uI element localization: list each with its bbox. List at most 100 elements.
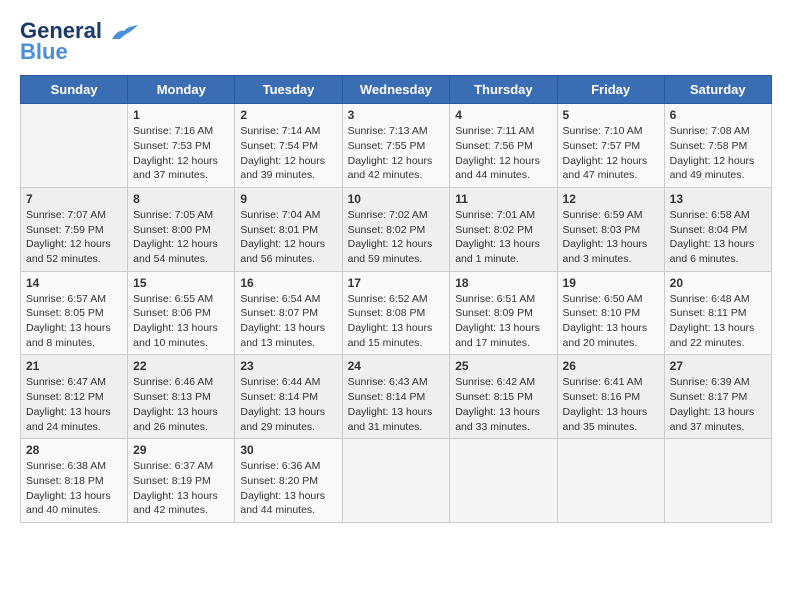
day-number: 27 [670, 359, 766, 373]
calendar-cell: 25Sunrise: 6:42 AM Sunset: 8:15 PM Dayli… [450, 355, 557, 439]
day-info: Sunrise: 7:16 AM Sunset: 7:53 PM Dayligh… [133, 124, 229, 183]
calendar-cell: 30 Sunrise: 6:36 AM Sunset: 8:20 PM Dayli… [235, 439, 342, 523]
day-info: Sunrise: 6:42 AM Sunset: 8:15 PM Dayligh… [455, 375, 551, 434]
day-info: Sunrise: 7:13 AM Sunset: 7:55 PM Dayligh… [348, 124, 445, 183]
calendar-week-row: 7 Sunrise: 7:07 AM Sunset: 7:59 PM Daylig… [21, 187, 772, 271]
day-info: Sunrise: 7:04 AM Sunset: 8:01 PM Dayligh… [240, 208, 336, 267]
calendar-cell: 7 Sunrise: 7:07 AM Sunset: 7:59 PM Daylig… [21, 187, 128, 271]
day-info: Sunrise: 6:44 AM Sunset: 8:14 PM Dayligh… [240, 375, 336, 434]
day-number: 10 [348, 192, 445, 206]
day-number: 17 [348, 276, 445, 290]
day-info: Sunrise: 6:57 AM Sunset: 8:05 PM Dayligh… [26, 292, 122, 351]
day-info: Sunrise: 6:46 AM Sunset: 8:13 PM Dayligh… [133, 375, 229, 434]
calendar-week-row: 21 Sunrise: 6:47 AM Sunset: 8:12 PM Dayli… [21, 355, 772, 439]
logo: General Blue [20, 20, 140, 65]
calendar-cell: 1 Sunrise: 7:16 AM Sunset: 7:53 PM Daylig… [128, 104, 235, 188]
day-info: Sunrise: 6:50 AM Sunset: 8:10 PM Dayligh… [563, 292, 659, 351]
day-info: Sunrise: 6:38 AM Sunset: 8:18 PM Dayligh… [26, 459, 122, 518]
day-number: 4 [455, 108, 551, 122]
calendar-cell: 2 Sunrise: 7:14 AM Sunset: 7:54 PM Daylig… [235, 104, 342, 188]
day-number: 14 [26, 276, 122, 290]
day-number: 29 [133, 443, 229, 457]
calendar-cell [557, 439, 664, 523]
day-info: Sunrise: 7:11 AM Sunset: 7:56 PM Dayligh… [455, 124, 551, 183]
calendar-cell: 10 Sunrise: 7:02 AM Sunset: 8:02 PM Dayli… [342, 187, 450, 271]
header-saturday: Saturday [664, 76, 771, 104]
day-info: Sunrise: 6:54 AM Sunset: 8:07 PM Dayligh… [240, 292, 336, 351]
day-info: Sunrise: 7:01 AM Sunset: 8:02 PM Dayligh… [455, 208, 551, 267]
calendar-cell: 8Sunrise: 7:05 AM Sunset: 8:00 PM Daylig… [128, 187, 235, 271]
day-number: 22 [133, 359, 229, 373]
day-info: Sunrise: 7:08 AM Sunset: 7:58 PM Dayligh… [670, 124, 766, 183]
header-thursday: Thursday [450, 76, 557, 104]
header-wednesday: Wednesday [342, 76, 450, 104]
calendar-cell: 11Sunrise: 7:01 AM Sunset: 8:02 PM Dayli… [450, 187, 557, 271]
calendar-cell: 15 Sunrise: 6:55 AM Sunset: 8:06 PM Dayli… [128, 271, 235, 355]
calendar-cell: 29 Sunrise: 6:37 AM Sunset: 8:19 PM Dayli… [128, 439, 235, 523]
calendar-cell [450, 439, 557, 523]
day-number: 12 [563, 192, 659, 206]
calendar-cell: 28 Sunrise: 6:38 AM Sunset: 8:18 PM Dayli… [21, 439, 128, 523]
day-info: Sunrise: 6:36 AM Sunset: 8:20 PM Dayligh… [240, 459, 336, 518]
calendar-cell: 24 Sunrise: 6:43 AM Sunset: 8:14 PM Dayli… [342, 355, 450, 439]
calendar-cell: 16 Sunrise: 6:54 AM Sunset: 8:07 PM Dayli… [235, 271, 342, 355]
calendar-week-row: 28 Sunrise: 6:38 AM Sunset: 8:18 PM Dayli… [21, 439, 772, 523]
day-number: 2 [240, 108, 336, 122]
day-info: Sunrise: 6:47 AM Sunset: 8:12 PM Dayligh… [26, 375, 122, 434]
day-info: Sunrise: 6:51 AM Sunset: 8:09 PM Dayligh… [455, 292, 551, 351]
day-info: Sunrise: 7:02 AM Sunset: 8:02 PM Dayligh… [348, 208, 445, 267]
day-number: 28 [26, 443, 122, 457]
day-info: Sunrise: 6:37 AM Sunset: 8:19 PM Dayligh… [133, 459, 229, 518]
day-number: 30 [240, 443, 336, 457]
day-info: Sunrise: 7:05 AM Sunset: 8:00 PM Dayligh… [133, 208, 229, 267]
day-number: 5 [563, 108, 659, 122]
calendar-week-row: 14 Sunrise: 6:57 AM Sunset: 8:05 PM Dayli… [21, 271, 772, 355]
day-number: 20 [670, 276, 766, 290]
day-number: 21 [26, 359, 122, 373]
calendar-cell: 3 Sunrise: 7:13 AM Sunset: 7:55 PM Daylig… [342, 104, 450, 188]
calendar-cell: 26Sunrise: 6:41 AM Sunset: 8:16 PM Dayli… [557, 355, 664, 439]
calendar-cell: 12 Sunrise: 6:59 AM Sunset: 8:03 PM Dayli… [557, 187, 664, 271]
day-info: Sunrise: 6:48 AM Sunset: 8:11 PM Dayligh… [670, 292, 766, 351]
calendar-cell: 27 Sunrise: 6:39 AM Sunset: 8:17 PM Dayli… [664, 355, 771, 439]
calendar-cell: 4 Sunrise: 7:11 AM Sunset: 7:56 PM Daylig… [450, 104, 557, 188]
day-info: Sunrise: 6:59 AM Sunset: 8:03 PM Dayligh… [563, 208, 659, 267]
day-info: Sunrise: 7:14 AM Sunset: 7:54 PM Dayligh… [240, 124, 336, 183]
calendar-cell: 6 Sunrise: 7:08 AM Sunset: 7:58 PM Daylig… [664, 104, 771, 188]
day-number: 13 [670, 192, 766, 206]
calendar-cell: 17 Sunrise: 6:52 AM Sunset: 8:08 PM Dayli… [342, 271, 450, 355]
day-number: 26 [563, 359, 659, 373]
day-info: Sunrise: 6:39 AM Sunset: 8:17 PM Dayligh… [670, 375, 766, 434]
day-number: 23 [240, 359, 336, 373]
day-number: 6 [670, 108, 766, 122]
calendar-cell: 5Sunrise: 7:10 AM Sunset: 7:57 PM Daylig… [557, 104, 664, 188]
day-number: 9 [240, 192, 336, 206]
day-info: Sunrise: 6:52 AM Sunset: 8:08 PM Dayligh… [348, 292, 445, 351]
calendar-header-row: SundayMondayTuesdayWednesdayThursdayFrid… [21, 76, 772, 104]
day-info: Sunrise: 7:07 AM Sunset: 7:59 PM Dayligh… [26, 208, 122, 267]
day-number: 7 [26, 192, 122, 206]
calendar-week-row: 1 Sunrise: 7:16 AM Sunset: 7:53 PM Daylig… [21, 104, 772, 188]
day-number: 1 [133, 108, 229, 122]
header: General Blue [20, 20, 772, 65]
day-info: Sunrise: 6:43 AM Sunset: 8:14 PM Dayligh… [348, 375, 445, 434]
calendar-table: SundayMondayTuesdayWednesdayThursdayFrid… [20, 75, 772, 523]
day-number: 3 [348, 108, 445, 122]
calendar-cell: 22 Sunrise: 6:46 AM Sunset: 8:13 PM Dayli… [128, 355, 235, 439]
header-friday: Friday [557, 76, 664, 104]
day-number: 24 [348, 359, 445, 373]
calendar-cell [342, 439, 450, 523]
calendar-cell: 18 Sunrise: 6:51 AM Sunset: 8:09 PM Dayli… [450, 271, 557, 355]
calendar-cell: 21 Sunrise: 6:47 AM Sunset: 8:12 PM Dayli… [21, 355, 128, 439]
header-sunday: Sunday [21, 76, 128, 104]
calendar-cell: 9 Sunrise: 7:04 AM Sunset: 8:01 PM Daylig… [235, 187, 342, 271]
calendar-cell: 13Sunrise: 6:58 AM Sunset: 8:04 PM Dayli… [664, 187, 771, 271]
day-number: 15 [133, 276, 229, 290]
day-info: Sunrise: 6:55 AM Sunset: 8:06 PM Dayligh… [133, 292, 229, 351]
header-monday: Monday [128, 76, 235, 104]
day-number: 18 [455, 276, 551, 290]
day-number: 16 [240, 276, 336, 290]
calendar-cell: 23 Sunrise: 6:44 AM Sunset: 8:14 PM Dayli… [235, 355, 342, 439]
calendar-cell: 19Sunrise: 6:50 AM Sunset: 8:10 PM Dayli… [557, 271, 664, 355]
header-tuesday: Tuesday [235, 76, 342, 104]
